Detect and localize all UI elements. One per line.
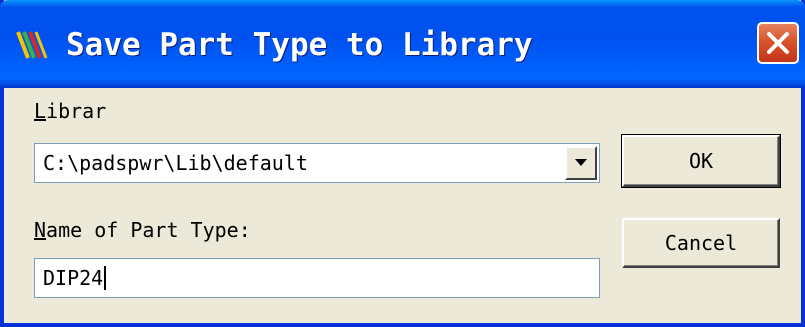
library-dropdown-button[interactable]: [565, 146, 597, 180]
close-icon: [767, 32, 789, 54]
cancel-button[interactable]: Cancel: [622, 218, 780, 268]
save-part-type-dialog: Save Part Type to Library Librar C:\pads…: [0, 0, 805, 327]
pads-logo-icon: [14, 26, 52, 64]
part-type-label-accelerator: N: [34, 218, 47, 242]
close-button[interactable]: [757, 22, 799, 64]
library-label-text: ibrar: [46, 99, 107, 123]
library-combobox[interactable]: C:\padspwr\Lib\default: [34, 143, 600, 183]
ok-button[interactable]: OK: [621, 134, 781, 188]
library-label-accelerator: L: [34, 99, 47, 123]
part-type-label-text: ame of Part Type:: [46, 218, 251, 242]
chevron-down-icon: [575, 159, 587, 166]
library-label: Librar: [34, 99, 106, 123]
title-bar[interactable]: Save Part Type to Library: [0, 0, 805, 88]
part-type-name-value: DIP24: [43, 266, 104, 290]
library-combobox-value: C:\padspwr\Lib\default: [43, 151, 308, 175]
text-caret: [104, 266, 107, 290]
part-type-label: Name of Part Type:: [34, 218, 251, 242]
window-title: Save Part Type to Library: [66, 27, 533, 63]
part-type-name-input[interactable]: DIP24: [34, 258, 600, 298]
